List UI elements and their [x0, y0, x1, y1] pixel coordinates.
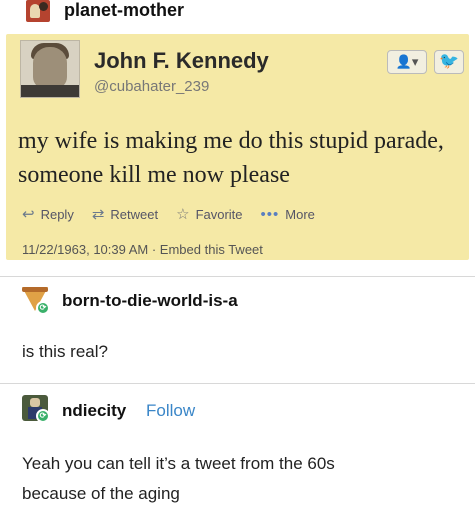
poster-username[interactable]: planet-mother	[64, 0, 184, 20]
post-header: planet-mother	[0, 0, 475, 26]
divider	[0, 383, 475, 384]
reblog-text: is this real?	[22, 342, 108, 361]
star-icon: ☆	[176, 206, 190, 223]
tweet-author-handle: @cubahater_239	[94, 78, 210, 95]
embedded-tweet: John F. Kennedy @cubahater_239 👤▾ 🐦 my w…	[6, 34, 469, 260]
more-dots-icon: •••	[260, 205, 280, 223]
tweet-timestamp: 11/22/1963, 10:39 AM · Embed this Tweet	[22, 242, 263, 257]
reblog-text-line2: because of the aging	[22, 484, 180, 503]
tweet-author-name: John F. Kennedy	[94, 48, 269, 73]
reblogger-username[interactable]: born-to-die-world-is-a	[62, 291, 238, 311]
reblogger-avatar[interactable]: ⟳	[22, 287, 50, 315]
reblog-entry: ⟳ born-to-die-world-is-a is this real?	[0, 287, 475, 367]
tweet-retweet: ⇄ Retweet	[91, 206, 159, 223]
follow-link[interactable]: Follow	[146, 401, 195, 421]
poster-avatar[interactable]	[26, 0, 50, 22]
tweet-follow-button: 👤▾	[387, 50, 427, 74]
reblog-text-line1: Yeah you can tell it’s a tweet from the …	[22, 454, 335, 473]
reply-arrow-icon: ↩	[22, 206, 35, 223]
reblog-badge-icon: ⟳	[36, 409, 50, 423]
divider	[0, 276, 475, 277]
reblogger-username[interactable]: ndiecity	[62, 401, 126, 421]
reblogger-avatar[interactable]: ⟳	[22, 395, 50, 423]
tweet-more: ••• More	[260, 205, 315, 223]
tweet-text: my wife is making me do this stupid para…	[18, 128, 444, 188]
person-add-icon: 👤	[395, 54, 412, 69]
reblog-badge-icon: ⟳	[36, 301, 50, 315]
reblog-entry: ⟳ ndiecity Follow Yeah you can tell it’s…	[0, 395, 475, 512]
tweet-avatar	[20, 40, 80, 98]
tweet-favorite: ☆ Favorite	[176, 206, 243, 223]
tweet-actions: ↩ Reply ⇄ Retweet ☆ Favorite ••• More	[22, 204, 315, 224]
retweet-icon: ⇄	[91, 206, 105, 223]
bird-icon: 🐦	[434, 50, 464, 74]
tweet-reply: ↩ Reply	[22, 206, 74, 223]
